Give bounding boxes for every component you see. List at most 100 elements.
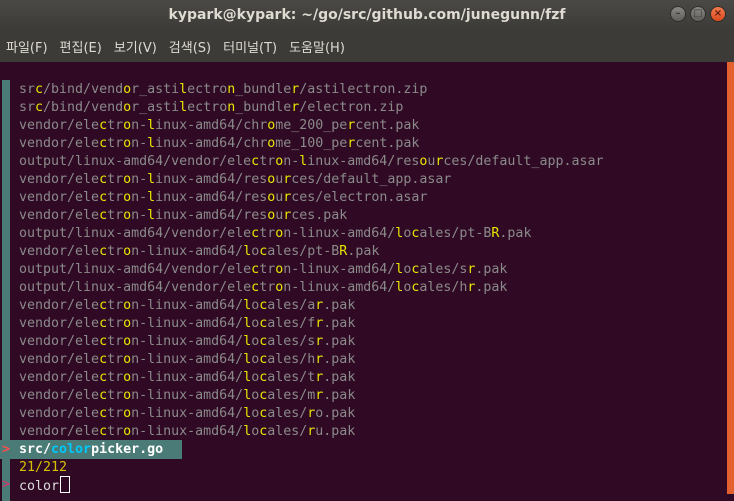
match-char: c [99, 172, 108, 187]
match-char: l [147, 136, 156, 151]
result-text: ces/electron.asar [291, 190, 428, 205]
match-char: c [99, 118, 108, 133]
result-line[interactable]: vendor/electron-linux-amd64/locales/ru.p… [19, 423, 603, 441]
result-text: ales/t [267, 370, 316, 385]
result-text: r_asti [131, 82, 180, 97]
match-char: l [243, 352, 252, 367]
result-text: vendor/ele [19, 424, 100, 439]
result-line[interactable]: output/linux-amd64/vendor/electron-linux… [19, 279, 603, 297]
match-char: l [179, 100, 188, 115]
close-icon[interactable]: × [710, 6, 726, 22]
result-text: _bundle [235, 100, 292, 115]
match-char: c [251, 262, 260, 277]
result-text: n- [131, 208, 148, 223]
result-text: ales/pt-B [419, 226, 492, 241]
result-text: cent.pak [355, 118, 420, 133]
result-text: output/linux-amd64/vendor/ele [19, 226, 252, 241]
result-text: n-linux-amd64/ [131, 298, 244, 313]
result-text: n-linux-amd64/ [131, 316, 244, 331]
result-line[interactable]: vendor/electron-linux-amd64/resources/el… [19, 189, 603, 207]
match-char: o [123, 424, 132, 439]
match-char: o [123, 334, 132, 349]
menu-edit[interactable]: 편집(E) [54, 37, 108, 56]
result-line[interactable]: vendor/electron-linux-amd64/resources/de… [19, 171, 603, 189]
result-line[interactable]: output/linux-amd64/vendor/electron-linux… [19, 261, 603, 279]
menu-help[interactable]: 도움말(H) [283, 37, 351, 56]
result-line[interactable]: vendor/electron-linux-amd64/chrome_200_p… [19, 117, 603, 135]
match-char: o [123, 118, 132, 133]
result-text: tr [259, 226, 276, 241]
match-char: o [123, 388, 132, 403]
maximize-icon[interactable]: □ [690, 6, 706, 22]
result-text: ales/s [267, 334, 316, 349]
result-line[interactable]: output/linux-amd64/vendor/electron-linux… [19, 225, 603, 243]
result-text: n- [283, 154, 300, 169]
scrollbar[interactable] [727, 62, 734, 494]
result-line[interactable]: vendor/electron-linux-amd64/locales/mr.p… [19, 387, 603, 405]
result-text: n-linux-amd64/ [131, 424, 244, 439]
result-line[interactable]: vendor/electron-linux-amd64/resources.pa… [19, 207, 603, 225]
result-text: n-linux-amd64/ [131, 334, 244, 349]
result-line[interactable]: src/bind/vendor_astilectron_bundler/asti… [19, 81, 603, 99]
result-text: vendor/ele [19, 370, 100, 385]
result-text: inux-amd64/res [155, 208, 268, 223]
selected-item[interactable]: src/colorpicker.go [19, 440, 163, 459]
result-line[interactable]: output/linux-amd64/vendor/electron-linux… [19, 153, 603, 171]
result-text: n-linux-amd64/ [131, 388, 244, 403]
terminal-area[interactable]: src/bind/vendor_astilectron_bundler/asti… [0, 62, 734, 501]
result-line[interactable]: vendor/electron-linux-amd64/locales/ro.p… [19, 405, 603, 423]
result-text: ales/f [267, 316, 316, 331]
menu-search[interactable]: 검색(S) [163, 37, 217, 56]
match-char: l [243, 334, 252, 349]
match-char: o [123, 82, 132, 97]
minimize-icon[interactable]: – [670, 6, 686, 22]
match-char: c [251, 280, 260, 295]
result-text: ces.pak [291, 208, 348, 223]
results-list: src/bind/vendor_astilectron_bundler/asti… [19, 81, 603, 441]
result-text: tr [259, 280, 276, 295]
query-input[interactable]: color [19, 476, 71, 496]
result-text: vendor/ele [19, 298, 100, 313]
match-char: l [243, 424, 252, 439]
result-text: inux-amd64/chr [155, 118, 268, 133]
result-text: .pak [475, 262, 508, 277]
result-text: vendor/ele [19, 316, 100, 331]
match-char: c [251, 226, 260, 241]
menu-terminal[interactable]: 터미널(T) [217, 37, 283, 56]
match-char: o [123, 190, 132, 205]
result-text: vendor/ele [19, 208, 100, 223]
result-line[interactable]: src/bind/vendor_astilectron_bundler/elec… [19, 99, 603, 117]
result-line[interactable]: vendor/electron-linux-amd64/locales/pt-B… [19, 243, 603, 261]
result-line[interactable]: vendor/electron-linux-amd64/chrome_100_p… [19, 135, 603, 153]
result-text: _bundle [235, 82, 292, 97]
result-text: n-linux-amd64/ [283, 262, 396, 277]
result-text: ales/m [267, 388, 316, 403]
match-char: c [251, 154, 260, 169]
result-text: vendor/ele [19, 244, 100, 259]
result-text: vendor/ele [19, 136, 100, 151]
result-text: ectro [187, 100, 228, 115]
result-text: n-linux-amd64/ [131, 352, 244, 367]
result-text: tr [107, 172, 124, 187]
window-title: kypark@kypark: ~/go/src/github.com/juneg… [168, 7, 566, 23]
menu-file[interactable]: 파일(F) [0, 37, 54, 56]
result-text: tr [107, 316, 124, 331]
result-line[interactable]: vendor/electron-linux-amd64/locales/fr.p… [19, 315, 603, 333]
menu-view[interactable]: 보기(V) [108, 37, 163, 56]
result-text: tr [107, 118, 124, 133]
result-text: inux-amd64/res [307, 154, 420, 169]
result-line[interactable]: vendor/electron-linux-amd64/locales/tr.p… [19, 369, 603, 387]
match-char: l [243, 244, 252, 259]
result-line[interactable]: vendor/electron-linux-amd64/locales/hr.p… [19, 351, 603, 369]
match-char: c [99, 352, 108, 367]
result-text: output/linux-amd64/vendor/ele [19, 154, 252, 169]
match-char: l [243, 406, 252, 421]
match-char: c [99, 334, 108, 349]
result-text: inux-amd64/chr [155, 136, 268, 151]
result-line[interactable]: vendor/electron-linux-amd64/locales/ar.p… [19, 297, 603, 315]
match-char: c [99, 298, 108, 313]
result-line[interactable]: vendor/electron-linux-amd64/locales/sr.p… [19, 333, 603, 351]
result-text: ces/default_app.asar [291, 172, 452, 187]
result-text: ectro [187, 82, 228, 97]
match-char: l [147, 190, 156, 205]
